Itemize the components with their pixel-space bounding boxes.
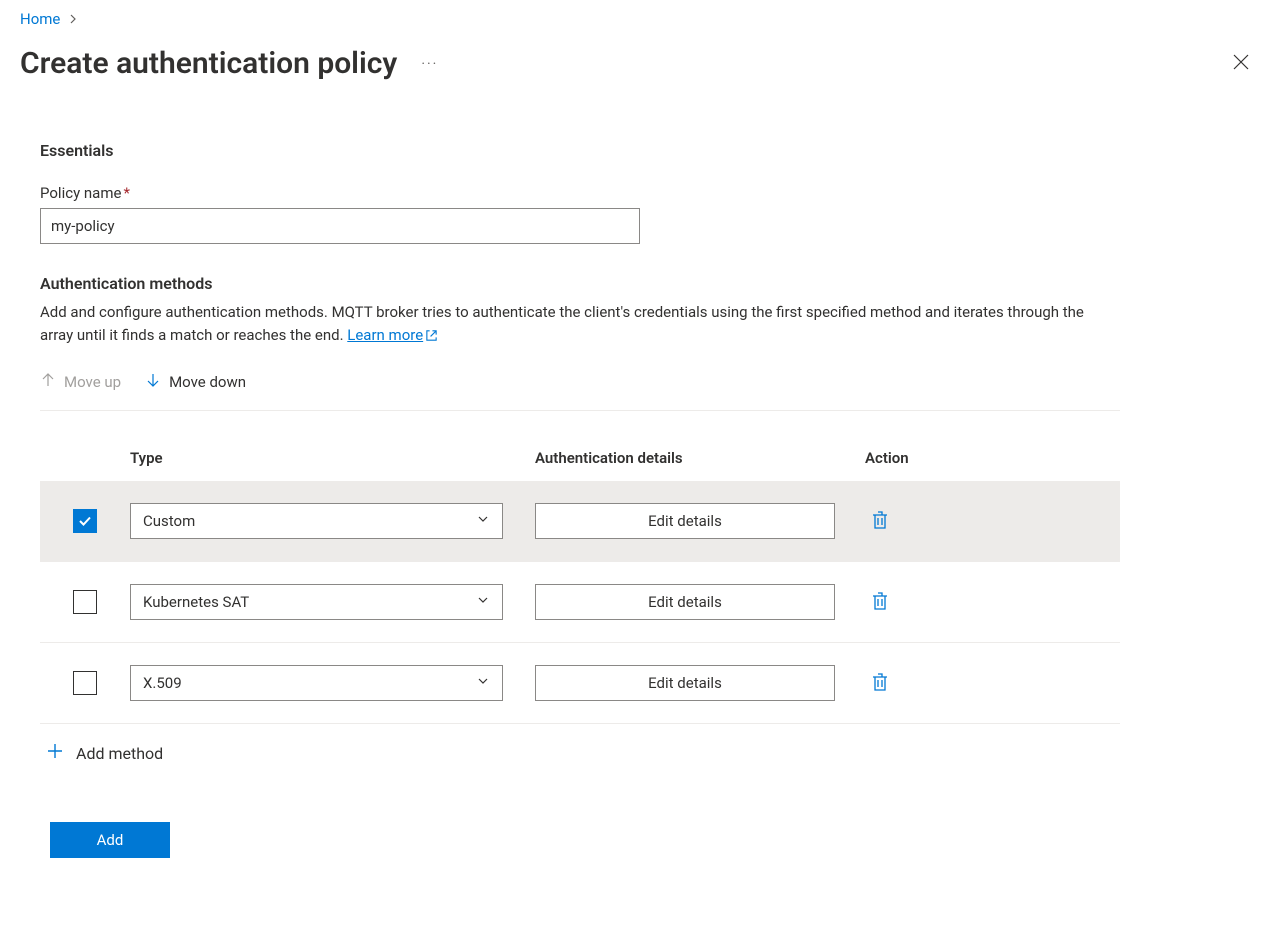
type-select[interactable]: Custom <box>130 503 503 539</box>
arrow-down-icon <box>145 372 161 392</box>
add-method-button[interactable]: Add method <box>40 724 169 782</box>
close-button[interactable] <box>1226 47 1256 81</box>
chevron-right-icon <box>68 10 78 28</box>
move-down-button[interactable]: Move down <box>145 368 246 396</box>
toolbar: Move up Move down <box>40 368 1120 411</box>
title-row: Create authentication policy ··· <box>20 46 1256 81</box>
chevron-down-icon <box>476 674 490 692</box>
type-select-value: X.509 <box>143 674 182 692</box>
chevron-down-icon <box>476 512 490 530</box>
trash-icon <box>871 599 889 614</box>
policy-name-input[interactable] <box>40 208 640 244</box>
edit-details-button[interactable]: Edit details <box>535 584 835 620</box>
chevron-down-icon <box>476 593 490 611</box>
trash-icon <box>871 518 889 533</box>
plus-icon <box>46 742 64 764</box>
table-row: Custom Edit details <box>40 481 1120 562</box>
header-type: Type <box>130 449 535 467</box>
row-checkbox[interactable] <box>73 590 97 614</box>
row-checkbox[interactable] <box>73 509 97 533</box>
type-select[interactable]: X.509 <box>130 665 503 701</box>
delete-button[interactable] <box>865 504 895 539</box>
section-essentials-title: Essentials <box>40 141 1120 160</box>
more-actions-button[interactable]: ··· <box>415 52 444 76</box>
type-select[interactable]: Kubernetes SAT <box>130 584 503 620</box>
table-row: Kubernetes SAT Edit details <box>40 562 1120 643</box>
add-button[interactable]: Add <box>50 822 170 858</box>
table-header: Type Authentication details Action <box>40 439 1120 481</box>
table-row: X.509 Edit details <box>40 643 1120 724</box>
trash-icon <box>871 680 889 695</box>
delete-button[interactable] <box>865 666 895 701</box>
external-link-icon <box>425 326 438 349</box>
type-select-value: Kubernetes SAT <box>143 593 249 611</box>
arrow-up-icon <box>40 372 56 392</box>
section-auth-methods-title: Authentication methods <box>40 274 1120 293</box>
auth-methods-description: Add and configure authentication methods… <box>40 301 1120 348</box>
delete-button[interactable] <box>865 585 895 620</box>
header-action: Action <box>865 449 1120 467</box>
required-asterisk: * <box>123 184 129 202</box>
move-up-button[interactable]: Move up <box>40 368 121 396</box>
edit-details-button[interactable]: Edit details <box>535 665 835 701</box>
header-details: Authentication details <box>535 449 865 467</box>
type-select-value: Custom <box>143 512 195 530</box>
breadcrumb-home[interactable]: Home <box>20 10 60 28</box>
page-title: Create authentication policy <box>20 46 397 81</box>
policy-name-label: Policy name* <box>40 184 1120 202</box>
learn-more-link[interactable]: Learn more <box>347 326 438 344</box>
edit-details-button[interactable]: Edit details <box>535 503 835 539</box>
breadcrumb: Home <box>20 10 1256 28</box>
row-checkbox[interactable] <box>73 671 97 695</box>
